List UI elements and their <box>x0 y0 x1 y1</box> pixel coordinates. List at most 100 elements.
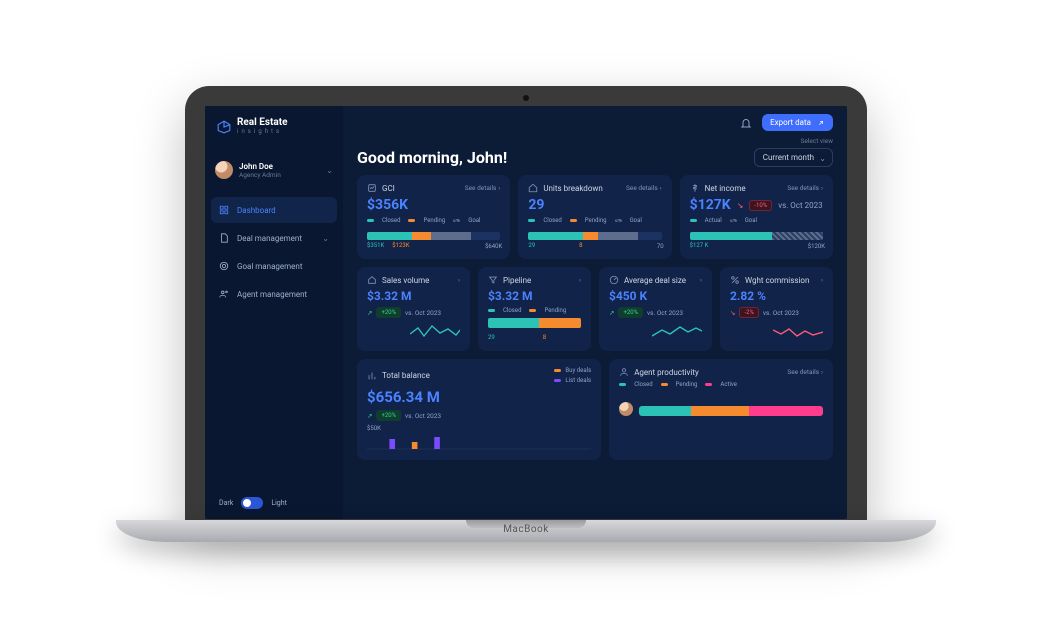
sidebar-item-label: Dashboard <box>237 206 276 215</box>
wght-delta: -2% <box>739 307 758 318</box>
graph-icon <box>367 183 377 193</box>
units-closed-val: 29 <box>528 242 535 249</box>
arrow-up-icon: ↗ <box>367 309 372 317</box>
document-icon <box>219 233 229 243</box>
legend-closed: Closed <box>543 217 561 224</box>
sidebar: Real Estate insights John Doe Agency Adm… <box>205 106 343 519</box>
card-total-balance: Total balance Buy deals List deals $656.… <box>357 359 601 460</box>
people-icon <box>219 289 229 299</box>
home-icon <box>528 183 538 193</box>
net-bar <box>690 232 823 240</box>
card-title: Wght commission <box>745 276 809 285</box>
sparkline-icon <box>773 322 823 340</box>
units-value: 29 <box>528 197 661 213</box>
legend-closed: Closed <box>503 307 521 314</box>
person-icon <box>619 367 629 377</box>
net-delta-suffix: vs. Oct 2023 <box>778 201 822 210</box>
chevron-right-icon[interactable]: › <box>700 276 702 284</box>
brand-logo-icon <box>217 120 231 134</box>
theme-dark-label: Dark <box>219 499 233 507</box>
percent-icon <box>730 275 740 285</box>
sidebar-item-label: Goal management <box>237 262 302 271</box>
house-icon <box>367 275 377 285</box>
card-title: Units breakdown <box>543 184 602 193</box>
arrow-down-icon: ↘ <box>737 201 744 210</box>
legend-closed: Closed <box>634 381 652 388</box>
legend-goal: Goal <box>745 217 757 224</box>
target-icon <box>219 261 229 271</box>
sales-value: $3.32 M <box>367 289 460 303</box>
header-row: Good morning, John! Select view Current … <box>343 137 847 175</box>
chevron-right-icon[interactable]: › <box>579 276 581 284</box>
view-select[interactable]: Current month ⌄ <box>754 148 833 167</box>
net-value: $127K <box>690 197 731 213</box>
see-details-link[interactable]: See details › <box>787 184 823 192</box>
total-bar-chart <box>367 436 591 450</box>
card-avg-deal-size: Average deal size › $450 K ↗ +20% vs. Oc… <box>599 267 712 351</box>
net-actual-val: $127 K <box>690 242 709 249</box>
sidebar-item-goal-management[interactable]: Goal management <box>211 253 337 279</box>
see-details-link[interactable]: See details › <box>465 184 501 192</box>
legend-pending: Pending <box>585 217 607 224</box>
brand-subtitle: insights <box>237 128 288 136</box>
sidebar-item-agent-management[interactable]: Agent management <box>211 281 337 307</box>
arrow-up-right-icon <box>817 119 825 127</box>
theme-toggle-row: Dark Light <box>205 483 343 519</box>
chevron-down-icon: ⌄ <box>819 154 826 163</box>
export-label: Export data <box>770 118 811 127</box>
pipeline-bar <box>488 318 581 328</box>
legend-closed: Closed <box>382 217 400 224</box>
gci-closed-val: $351K <box>367 242 384 249</box>
avg-value: $450 K <box>609 289 702 303</box>
total-delta: +20% <box>376 410 401 421</box>
gci-pending-val: $123K <box>392 242 409 249</box>
sidebar-item-label: Deal management <box>237 234 302 243</box>
card-title: Net income <box>705 184 746 193</box>
gci-bar <box>367 232 500 240</box>
arrow-up-icon: ↗ <box>367 412 372 420</box>
chevron-right-icon[interactable]: › <box>458 276 460 284</box>
card-title: Sales volume <box>382 276 429 285</box>
user-name: John Doe <box>239 162 281 171</box>
chevron-right-icon[interactable]: › <box>821 276 823 284</box>
sparkline-icon <box>410 322 460 340</box>
card-title: Total balance <box>382 371 430 380</box>
funnel-icon <box>488 275 498 285</box>
see-details-link[interactable]: See details › <box>787 368 823 376</box>
sparkline-icon <box>652 322 702 340</box>
sales-delta-suffix: vs. Oct 2023 <box>405 309 441 317</box>
card-pipeline: Pipeline › $3.32 M Closed Pending 298 <box>478 267 591 351</box>
bell-icon[interactable] <box>740 117 752 129</box>
gauge-icon <box>609 275 619 285</box>
legend-pending: Pending <box>544 307 566 314</box>
chevron-down-icon: ⌄ <box>322 234 329 243</box>
user-menu[interactable]: John Doe Agency Admin ⌄ <box>205 152 343 187</box>
brand-title: Real Estate <box>237 118 288 128</box>
brand: Real Estate insights <box>205 112 343 146</box>
see-details-link[interactable]: See details › <box>626 184 662 192</box>
sidebar-item-label: Agent management <box>237 290 307 299</box>
total-axis-label: $50K <box>367 425 591 432</box>
agent-row <box>619 402 823 416</box>
card-grid: GCI See details › $356K Closed Pending G… <box>343 175 847 468</box>
sidebar-item-dashboard[interactable]: Dashboard <box>211 197 337 223</box>
user-role: Agency Admin <box>239 171 281 179</box>
total-delta-suffix: vs. Oct 2023 <box>405 412 441 420</box>
legend-pending: Pending <box>676 381 698 388</box>
card-gci: GCI See details › $356K Closed Pending G… <box>357 175 510 259</box>
sidebar-item-deal-management[interactable]: Deal management ⌄ <box>211 225 337 251</box>
topbar: Export data <box>343 106 847 137</box>
page-greeting: Good morning, John! <box>357 148 507 167</box>
legend-buy: Buy deals <box>565 367 591 374</box>
avg-delta-suffix: vs. Oct 2023 <box>647 309 683 317</box>
dollar-icon <box>690 183 700 193</box>
units-pending-val: 8 <box>579 242 582 249</box>
legend-goal: Goal <box>468 217 480 224</box>
card-title: Agent productivity <box>634 368 699 377</box>
avatar <box>215 161 233 179</box>
chevron-down-icon: ⌄ <box>326 166 333 175</box>
export-data-button[interactable]: Export data <box>762 114 833 131</box>
bar-chart-icon <box>367 371 377 381</box>
card-title: Pipeline <box>503 276 531 285</box>
theme-toggle[interactable] <box>241 497 263 509</box>
